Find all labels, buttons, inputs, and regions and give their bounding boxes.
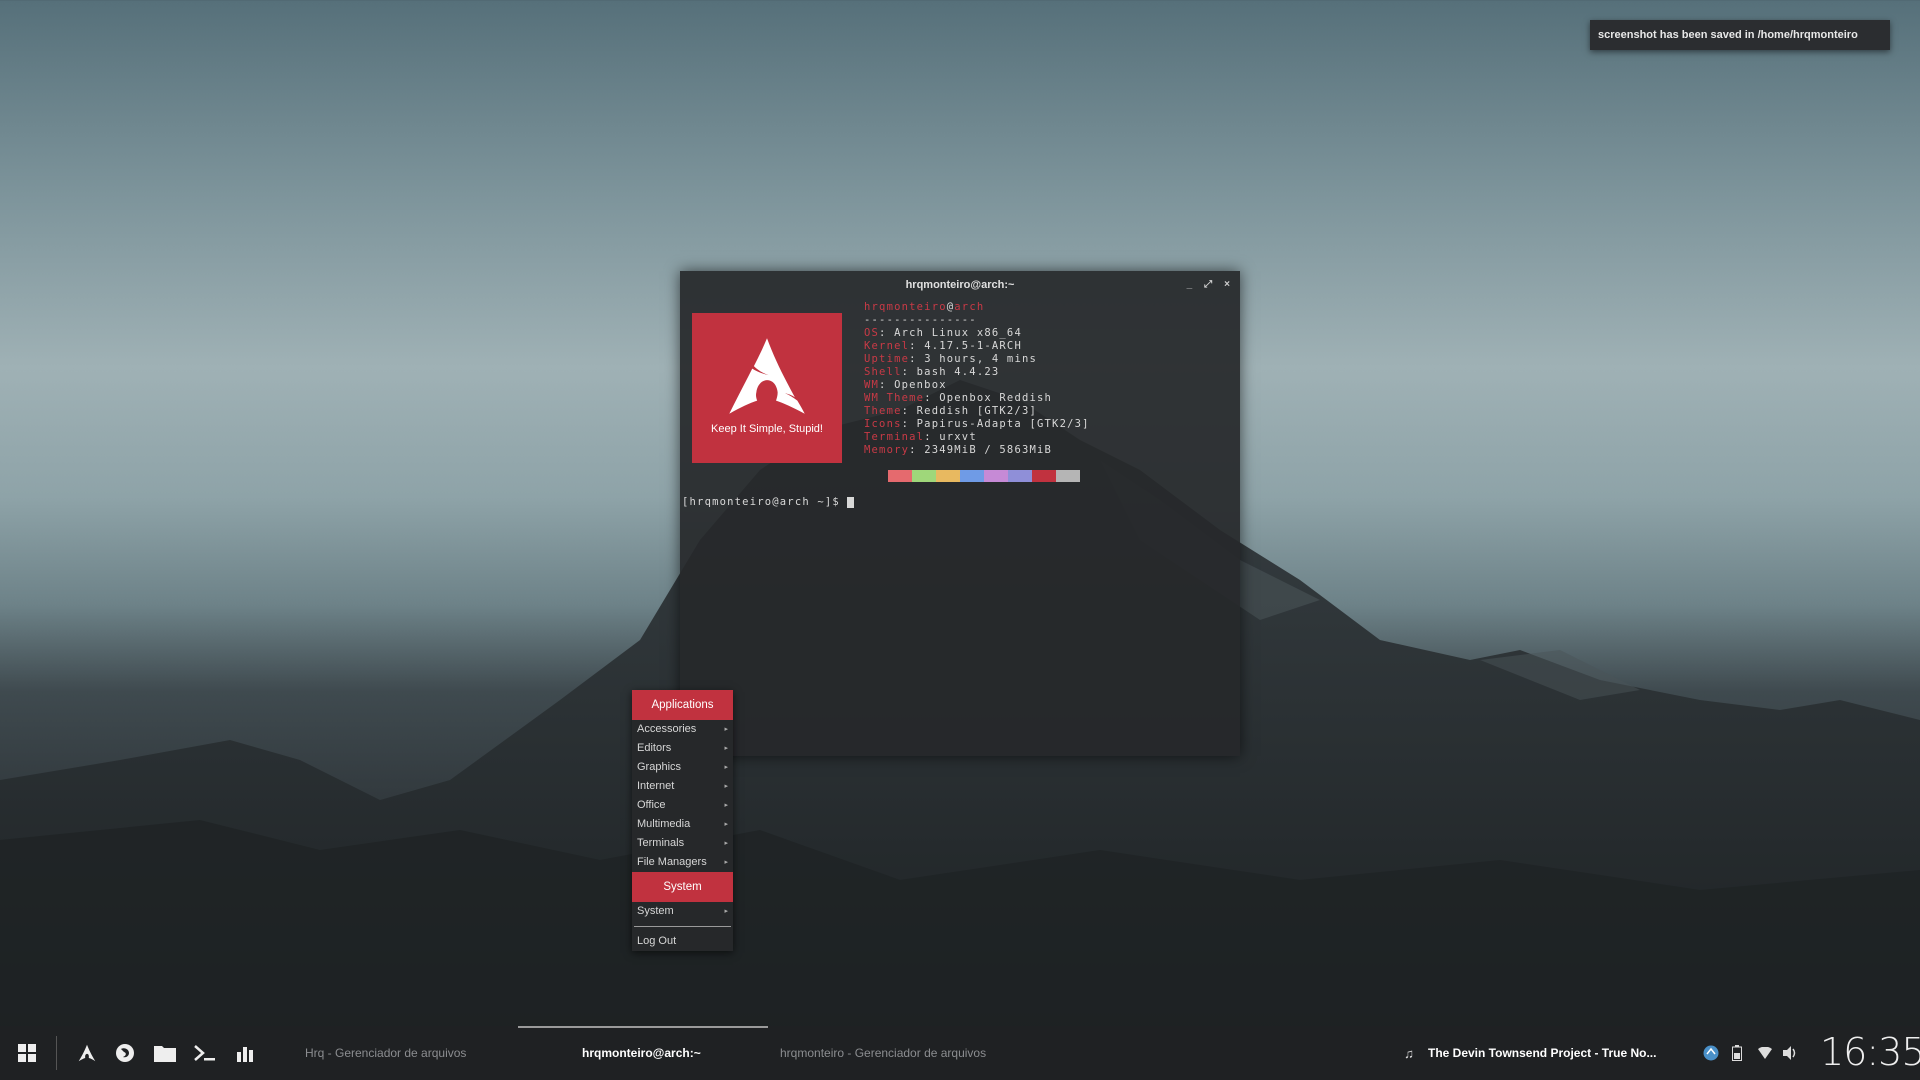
palette-swatch xyxy=(1032,470,1056,482)
app-grid-icon[interactable] xyxy=(14,1040,40,1066)
menu-item-label: Multimedia xyxy=(637,818,691,830)
submenu-arrow-icon: ▸ xyxy=(724,908,728,915)
info-key: WM xyxy=(864,379,880,391)
menu-item-label: File Managers xyxy=(637,856,707,868)
info-key: Icons xyxy=(864,418,902,430)
close-button[interactable]: × xyxy=(1224,271,1230,299)
arch-logo: Keep It Simple, Stupid! xyxy=(692,313,842,463)
submenu-arrow-icon: ▸ xyxy=(724,726,728,733)
screenshot-notification[interactable]: screenshot has been saved in /home/hrqmo… xyxy=(1590,20,1890,50)
info-key: Shell xyxy=(864,366,902,378)
music-note-icon[interactable]: ♫ xyxy=(1400,1044,1418,1062)
menu-item-label: Internet xyxy=(637,780,675,792)
neofetch-user: hrqmonteiro xyxy=(864,301,947,313)
info-key: Memory xyxy=(864,444,910,456)
firefox-icon[interactable] xyxy=(112,1040,138,1066)
terminal-prompt[interactable]: [hrqmonteiro@arch ~]$ xyxy=(682,496,855,508)
menu-item-label: Terminals xyxy=(637,837,685,849)
submenu-arrow-icon: ▸ xyxy=(724,764,728,771)
menu-item-editors[interactable]: Editors ▸ xyxy=(632,739,733,758)
task-file-manager-home[interactable]: hrqmonteiro - Gerenciador de arquivos xyxy=(780,1026,986,1080)
palette-swatch xyxy=(1056,470,1080,482)
palette-swatch xyxy=(888,470,912,482)
submenu-arrow-icon: ▸ xyxy=(724,821,728,828)
info-key: WM Theme xyxy=(864,392,925,404)
clock[interactable]: 16:35 xyxy=(1820,1030,1920,1074)
submenu-arrow-icon: ▸ xyxy=(724,859,728,866)
terminal-window[interactable]: hrqmonteiro@arch:~ _ ⤢ × Keep It Simple,… xyxy=(680,271,1240,756)
now-playing-label[interactable]: The Devin Townsend Project - True No... xyxy=(1428,1026,1656,1080)
menu-item-logout[interactable]: Log Out xyxy=(632,932,733,951)
info-key: Terminal xyxy=(864,431,925,443)
arch-launcher-icon[interactable] xyxy=(74,1040,100,1066)
folder-icon[interactable] xyxy=(152,1040,178,1066)
info-value: Reddish [GTK2/3] xyxy=(916,405,1038,417)
prompt-text: [hrqmonteiro@arch ~]$ xyxy=(682,496,848,508)
neofetch-divider: --------------- xyxy=(864,314,977,326)
submenu-arrow-icon: ▸ xyxy=(724,783,728,790)
wifi-icon[interactable] xyxy=(1756,1044,1774,1062)
system-monitor-icon[interactable] xyxy=(232,1040,258,1066)
palette-swatch xyxy=(960,470,984,482)
info-value: 3 hours, 4 mins xyxy=(924,353,1038,365)
neofetch-host: arch xyxy=(954,301,985,313)
color-palette xyxy=(888,470,1080,482)
menu-item-label: Accessories xyxy=(637,723,697,735)
info-key: Uptime xyxy=(864,353,910,365)
info-value: urxvt xyxy=(939,431,977,443)
palette-swatch xyxy=(912,470,936,482)
palette-swatch xyxy=(1008,470,1032,482)
palette-swatch xyxy=(984,470,1008,482)
updates-icon[interactable] xyxy=(1702,1044,1720,1062)
submenu-arrow-icon: ▸ xyxy=(724,745,728,752)
info-value: bash 4.4.23 xyxy=(916,366,1000,378)
menu-item-label: Graphics xyxy=(637,761,682,773)
task-file-manager-hrq[interactable]: Hrq - Gerenciador de arquivos xyxy=(305,1026,466,1080)
menu-item-graphics[interactable]: Graphics ▸ xyxy=(632,758,733,777)
battery-icon[interactable] xyxy=(1728,1044,1746,1062)
menu-header-applications: Applications xyxy=(632,690,733,720)
info-value: Papirus-Adapta [GTK2/3] xyxy=(916,418,1090,430)
submenu-arrow-icon: ▸ xyxy=(724,802,728,809)
info-key: Theme xyxy=(864,405,902,417)
terminal-titlebar[interactable]: hrqmonteiro@arch:~ _ ⤢ × xyxy=(680,271,1240,299)
logo-caption: Keep It Simple, Stupid! xyxy=(711,423,823,435)
menu-item-multimedia[interactable]: Multimedia ▸ xyxy=(632,815,733,834)
menu-item-label: Editors xyxy=(637,742,672,754)
info-key: OS xyxy=(864,327,880,339)
menu-item-system[interactable]: System ▸ xyxy=(632,902,733,921)
task-terminal[interactable]: hrqmonteiro@arch:~ xyxy=(582,1026,701,1080)
arch-linux-icon xyxy=(729,338,805,414)
taskbar-separator xyxy=(56,1036,57,1070)
info-value: Openbox Reddish xyxy=(939,392,1053,404)
info-key: Kernel xyxy=(864,340,910,352)
info-value: 2349MiB / 5863MiB xyxy=(924,444,1053,456)
maximize-button[interactable]: ⤢ xyxy=(1204,271,1212,299)
menu-item-terminals[interactable]: Terminals ▸ xyxy=(632,834,733,853)
palette-swatch xyxy=(936,470,960,482)
menu-header-system: System xyxy=(632,872,733,902)
volume-icon[interactable] xyxy=(1782,1044,1800,1062)
menu-item-office[interactable]: Office ▸ xyxy=(632,796,733,815)
menu-item-file-managers[interactable]: File Managers ▸ xyxy=(632,853,733,872)
openbox-root-menu[interactable]: Applications Accessories ▸ Editors ▸ Graph… xyxy=(632,690,733,951)
text-cursor xyxy=(847,496,855,508)
minimize-button[interactable]: _ xyxy=(1187,271,1193,299)
taskbar: Hrq - Gerenciador de arquivos hrqmonteir… xyxy=(0,1026,1920,1080)
menu-item-label: Office xyxy=(637,799,666,811)
menu-item-internet[interactable]: Internet ▸ xyxy=(632,777,733,796)
info-value: 4.17.5-1-ARCH xyxy=(924,340,1022,352)
terminal-title: hrqmonteiro@arch:~ xyxy=(905,279,1015,291)
info-value: Openbox xyxy=(894,379,947,391)
menu-item-accessories[interactable]: Accessories ▸ xyxy=(632,720,733,739)
menu-separator xyxy=(634,926,731,927)
neofetch-output: hrqmonteiro@arch --------------- OS: Arc… xyxy=(864,301,1090,456)
submenu-arrow-icon: ▸ xyxy=(724,840,728,847)
menu-item-label: System xyxy=(637,905,674,917)
menu-item-label: Log Out xyxy=(637,935,677,947)
terminal-launcher-icon[interactable] xyxy=(192,1040,218,1066)
info-value: Arch Linux x86_64 xyxy=(894,327,1022,339)
